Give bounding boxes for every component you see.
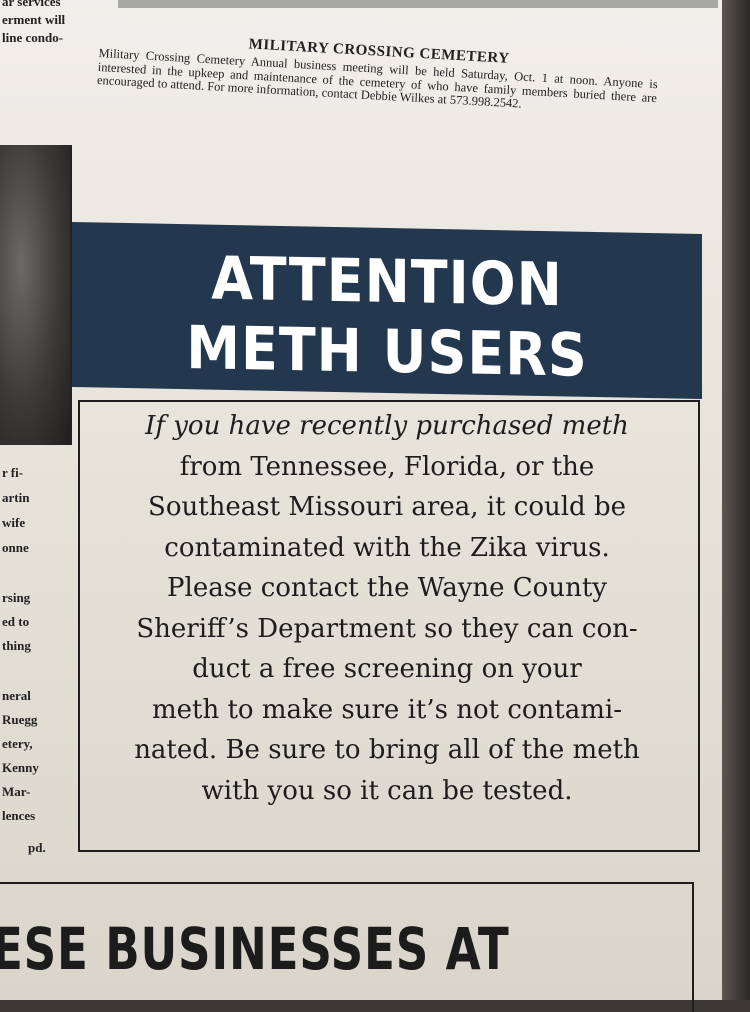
left-fragment: lences <box>2 808 36 823</box>
ad-line: duct a free screening on your <box>192 654 582 684</box>
ad-line: Please contact the Wayne County <box>167 573 607 603</box>
newspaper-page: ar services erment will line condo- r fi… <box>0 0 722 1012</box>
left-fragment: ar services <box>2 0 61 9</box>
attention-ad: ATTENTION METH USERS If you have recentl… <box>72 221 702 852</box>
ad-line: Sheriff’s Department so they can con- <box>136 613 638 644</box>
left-fragment: neral <box>2 688 31 703</box>
left-fragment: line condo- <box>2 30 64 45</box>
left-fragment: r fi- <box>2 465 24 480</box>
ad-line: meth to make sure it’s not contami- <box>151 694 622 725</box>
cemetery-notice: MILITARY CROSSING CEMETERY Military Cros… <box>97 28 659 119</box>
background-edge <box>722 0 750 1000</box>
portrait-photo <box>0 145 72 445</box>
ad-body: If you have recently purchased meth from… <box>78 406 696 811</box>
left-fragment: rsing <box>2 590 31 605</box>
ad-line: contaminated with the Zika virus. <box>164 532 610 563</box>
left-fragment: etery, <box>2 736 33 751</box>
left-fragment: artin <box>2 490 30 505</box>
ad-line: nated. Be sure to bring all of the meth <box>134 735 640 765</box>
left-fragment: Mar- <box>2 784 31 799</box>
ad-line: from Tennessee, Florida, or the <box>179 451 595 482</box>
left-column: ar services erment will line condo- r fi… <box>0 0 72 1000</box>
left-fragment: Kenny <box>2 760 39 775</box>
ad-line: with you so it can be tested. <box>201 775 573 806</box>
bottom-headline: ESE BUSINESSES AT <box>0 915 510 983</box>
ad-line: Southeast Missouri area, it could be <box>148 492 626 522</box>
ad-line: If you have recently purchased meth <box>145 411 629 441</box>
left-fragment: erment will <box>2 12 66 27</box>
left-fragment: pd. <box>28 840 46 855</box>
ad-headline-line2: METH USERS <box>186 312 588 391</box>
left-fragment: onne <box>2 540 29 555</box>
ad-headline-line1: ATTENTION <box>211 243 563 320</box>
left-fragment: Ruegg <box>2 712 38 727</box>
left-fragment: ed to <box>2 614 30 629</box>
left-fragment: wife <box>2 515 26 530</box>
left-fragment: thing <box>2 638 31 653</box>
top-rule <box>118 0 718 8</box>
ad-header: ATTENTION METH USERS <box>72 221 702 400</box>
